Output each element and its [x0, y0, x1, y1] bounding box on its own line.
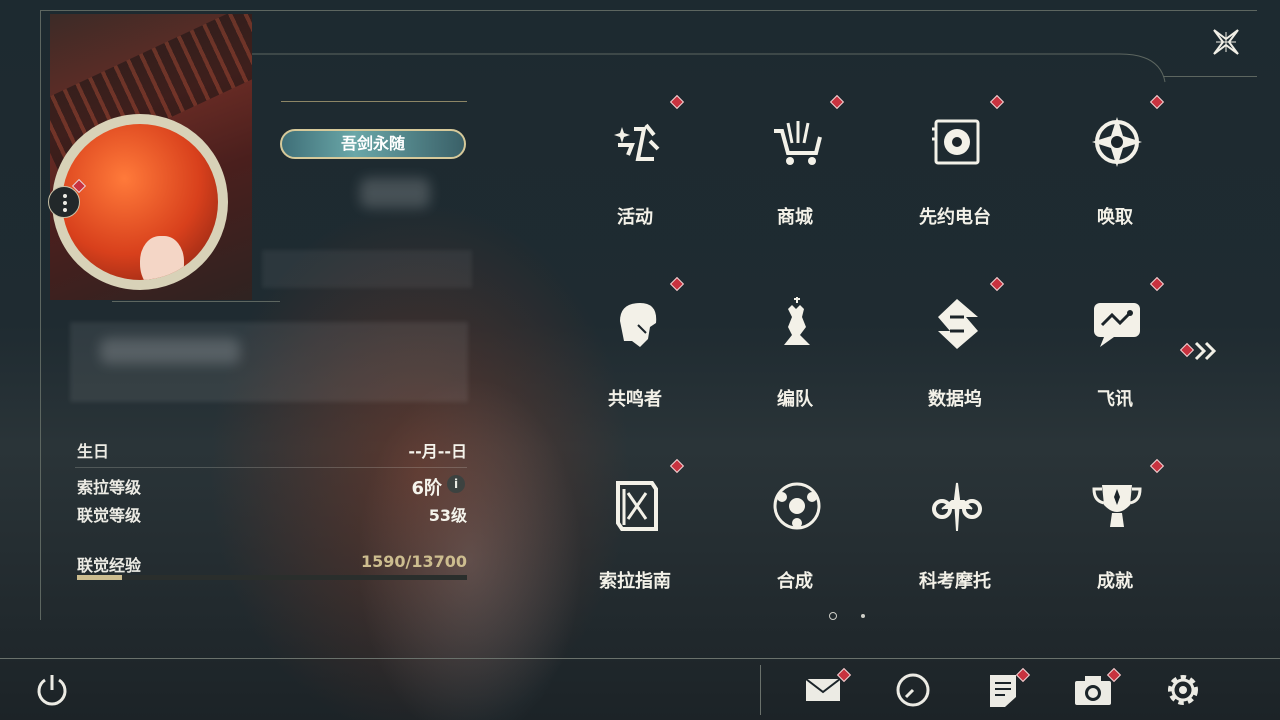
menu-tile[interactable]: 合成 — [720, 469, 870, 629]
notification-dot — [669, 94, 685, 110]
menu-tile[interactable]: 成就 — [1040, 458, 1190, 629]
close-icon — [1213, 29, 1239, 55]
notification-dot — [1149, 94, 1165, 110]
birthday-value: --月--日 — [408, 442, 467, 461]
menu-tile[interactable]: 数据坞 — [880, 276, 1030, 447]
double-chevron-right-icon — [1194, 341, 1217, 361]
menu-tile-label: 唤取 — [1097, 207, 1133, 228]
notification-dot — [989, 94, 1005, 110]
notification-dot — [669, 458, 685, 474]
settings-button[interactable] — [1163, 670, 1203, 710]
radio-icon — [932, 119, 980, 165]
menu-tile[interactable]: 科考摩托 — [880, 469, 1030, 629]
settings-icon — [1168, 675, 1198, 705]
player-name-blurred — [360, 178, 430, 208]
avatar-face — [140, 236, 184, 280]
union-exp-label: 联觉经验 — [77, 556, 142, 575]
card-divider — [112, 301, 280, 302]
close-button[interactable] — [1210, 26, 1242, 58]
notification-dot — [669, 276, 685, 292]
sola-level-value: 6阶 — [411, 478, 442, 499]
clock-button[interactable] — [893, 670, 933, 710]
power-button[interactable] — [32, 670, 72, 710]
menu-tile-label: 成就 — [1097, 571, 1133, 592]
menu-tile-label: 飞讯 — [1097, 389, 1133, 410]
bottom-bar-divider — [0, 658, 1280, 659]
avatar-options-button[interactable] — [48, 186, 80, 218]
title-badge[interactable]: 吾剑永随 — [280, 129, 466, 159]
menu-tile-label: 索拉指南 — [599, 571, 671, 592]
activity-icon — [614, 123, 660, 161]
menu-tile[interactable]: 唤取 — [1040, 94, 1190, 265]
union-level-value: 53级 — [428, 506, 467, 525]
player-id-blurred — [262, 250, 472, 288]
menu-tile-label: 共鸣者 — [608, 389, 662, 410]
union-level-label: 联觉等级 — [77, 506, 142, 525]
menu-tile[interactable]: 编队 — [720, 287, 870, 447]
frame-arc — [240, 53, 1166, 83]
menu-tile-label: 活动 — [617, 207, 653, 228]
notification-dot — [1149, 458, 1165, 474]
terminal-screen: 终端 吾剑永随 生日 --月--日 索拉等级 6阶 i 联觉等级 53级 联觉经… — [0, 0, 1280, 720]
power-icon — [37, 675, 67, 706]
menu-tile-label: 商城 — [777, 207, 813, 228]
frame-top-line — [40, 10, 1257, 11]
sola-level-label: 索拉等级 — [77, 478, 142, 497]
guidebook-icon — [616, 481, 658, 531]
name-divider-top — [281, 101, 467, 102]
birthday-label: 生日 — [77, 442, 110, 461]
union-exp-value: 1590/13700 — [360, 552, 467, 571]
notification-dot — [1149, 276, 1165, 292]
page-indicator-active[interactable] — [829, 612, 837, 620]
achievement-icon — [1092, 485, 1142, 527]
motorcycle-icon — [932, 482, 982, 532]
notification-dot — [989, 276, 1005, 292]
page-indicator[interactable] — [861, 614, 865, 618]
frame-left-line — [40, 10, 41, 620]
team-icon — [784, 297, 810, 345]
bottom-bar-separator — [760, 665, 761, 715]
shop-icon — [774, 121, 822, 165]
next-page-button[interactable] — [1180, 340, 1220, 362]
menu-tile[interactable]: 商城 — [720, 94, 870, 265]
info-icon[interactable]: i — [447, 475, 465, 493]
avatar[interactable] — [62, 124, 218, 280]
clock-icon — [896, 673, 930, 707]
signature-text-blurred — [100, 338, 240, 364]
info-divider — [75, 467, 467, 468]
union-exp-bar-fill — [77, 575, 123, 580]
menu-tile-label: 科考摩托 — [919, 571, 991, 592]
convene-icon — [1092, 117, 1142, 167]
resonator-icon — [620, 303, 657, 347]
menu-tile-label: 数据坞 — [928, 389, 982, 410]
databank-icon — [938, 299, 978, 349]
union-exp-bar — [77, 575, 467, 580]
menu-tile[interactable]: 共鸣者 — [560, 276, 710, 447]
synthesis-icon — [773, 482, 821, 530]
menu-tile[interactable]: 先约电台 — [880, 94, 1030, 265]
menu-tile[interactable]: 索拉指南 — [560, 458, 710, 629]
menu-tile[interactable]: 飞讯 — [1040, 276, 1190, 447]
menu-tile[interactable]: 活动 — [560, 94, 710, 265]
menu-tile-label: 编队 — [777, 389, 813, 410]
menu-tile-label: 先约电台 — [919, 207, 991, 228]
message-icon — [1094, 303, 1140, 347]
menu-tile-label: 合成 — [777, 571, 813, 592]
notification-dot — [829, 94, 845, 110]
